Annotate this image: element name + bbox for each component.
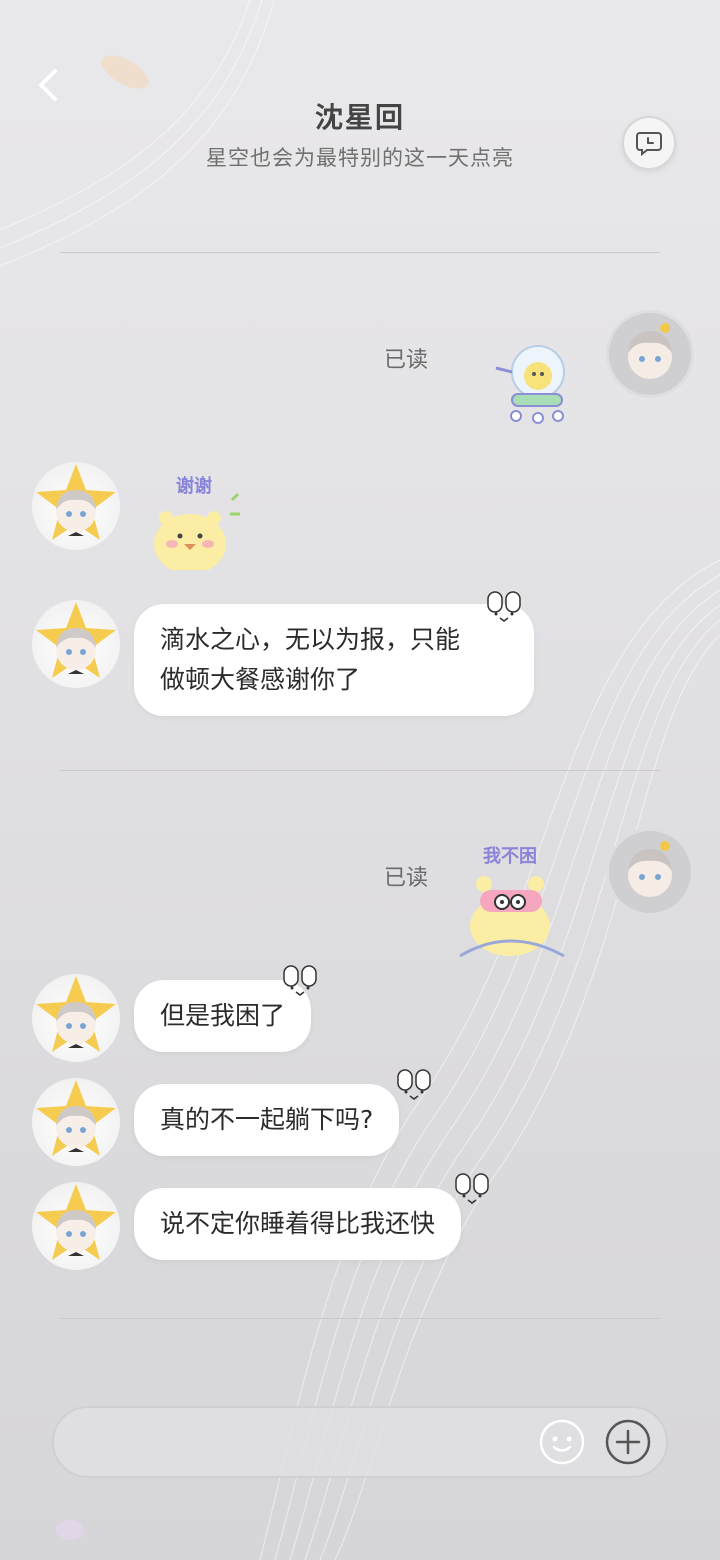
message-text: 真的不一起躺下吗? xyxy=(160,1105,374,1134)
message-text: 但是我困了 xyxy=(160,1001,286,1030)
avatar-image xyxy=(36,464,116,540)
avatar-image xyxy=(628,323,672,379)
chat-header: 沈星回 星空也会为最特别的这一天点亮 xyxy=(0,0,720,200)
message-bubble[interactable]: 滴水之心，无以为报，只能 做顿大餐感谢你了 xyxy=(134,604,534,716)
avatar-image xyxy=(36,1080,116,1156)
section-divider xyxy=(60,770,660,771)
contact-avatar[interactable] xyxy=(32,974,120,1062)
sticker-text: 谢谢 xyxy=(176,475,212,497)
add-attachment-button[interactable] xyxy=(604,1418,652,1466)
message-text: 说不定你睡着得比我还快 xyxy=(160,1209,436,1238)
header-action-button[interactable] xyxy=(622,116,676,170)
sticker-image xyxy=(495,345,565,424)
contact-avatar[interactable] xyxy=(32,600,120,688)
read-status: 已读 xyxy=(384,348,429,373)
bubble-decoration-icon xyxy=(283,965,317,996)
smiley-icon xyxy=(539,1419,585,1465)
section-divider xyxy=(60,252,660,253)
bubble-decoration-icon xyxy=(397,1069,431,1100)
avatar-image xyxy=(36,602,116,678)
sticker-image: 我不困 xyxy=(459,846,565,958)
chat-bubble-icon xyxy=(636,132,662,157)
message-bubble[interactable]: 真的不一起躺下吗? xyxy=(134,1084,400,1156)
sticker-image: 谢谢 xyxy=(154,475,240,574)
message-text-line: 滴水之心，无以为报，只能 xyxy=(160,625,461,654)
contact-name: 沈星回 xyxy=(314,101,405,134)
read-status: 已读 xyxy=(384,866,429,891)
bubble-decoration-icon xyxy=(487,591,521,622)
avatar-image xyxy=(36,1184,116,1260)
avatar-image xyxy=(628,841,672,897)
emoji-button[interactable] xyxy=(538,1418,586,1466)
contact-avatar[interactable] xyxy=(32,1078,120,1166)
sticker-message[interactable]: 我不困 xyxy=(458,840,568,964)
sticker-message[interactable] xyxy=(494,338,574,432)
my-avatar[interactable] xyxy=(606,310,694,398)
background-decoration xyxy=(0,0,720,1560)
section-divider xyxy=(60,1318,660,1319)
sticker-message[interactable]: 谢谢 xyxy=(144,470,244,574)
sticker-text: 我不困 xyxy=(483,846,537,867)
message-text-line: 做顿大餐感谢你了 xyxy=(160,665,361,694)
bubble-decoration-icon xyxy=(455,1173,489,1204)
plus-circle-icon xyxy=(605,1419,651,1465)
contact-signature: 星空也会为最特别的这一天点亮 xyxy=(206,146,514,170)
avatar-image xyxy=(36,976,116,1052)
message-bubble[interactable]: 说不定你睡着得比我还快 xyxy=(134,1188,462,1260)
contact-avatar[interactable] xyxy=(32,462,120,550)
my-avatar[interactable] xyxy=(606,828,694,916)
contact-avatar[interactable] xyxy=(32,1182,120,1270)
